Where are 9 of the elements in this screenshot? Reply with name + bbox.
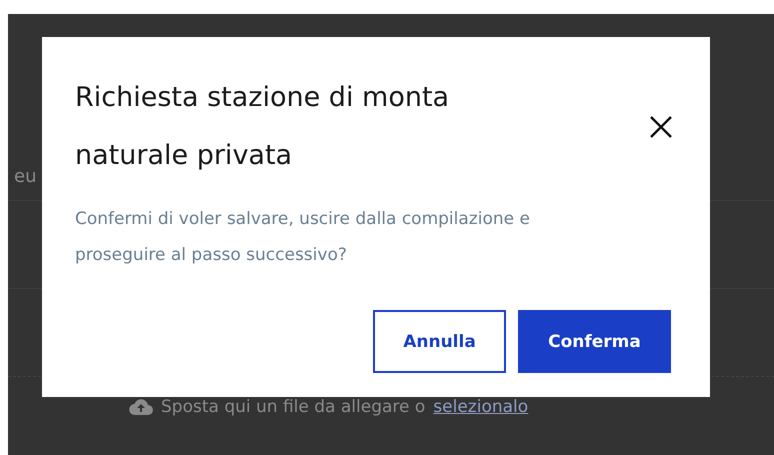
- cloud-upload-icon: [129, 397, 153, 417]
- dialog-message: Confermi di voler salvare, uscire dalla compilazione e proseguire al passo successivo?: [75, 208, 531, 267]
- dialog-title: Richiesta stazione di monta naturale privata: [75, 81, 450, 173]
- confirm-button[interactable]: Conferma: [518, 310, 671, 373]
- cancel-button[interactable]: Annulla: [373, 310, 506, 373]
- upload-hint: Sposta qui un file da allegare o: [161, 397, 426, 417]
- close-icon[interactable]: [648, 114, 674, 140]
- select-file-link[interactable]: selezionalo: [433, 397, 528, 417]
- partial-label: eu: [13, 165, 38, 189]
